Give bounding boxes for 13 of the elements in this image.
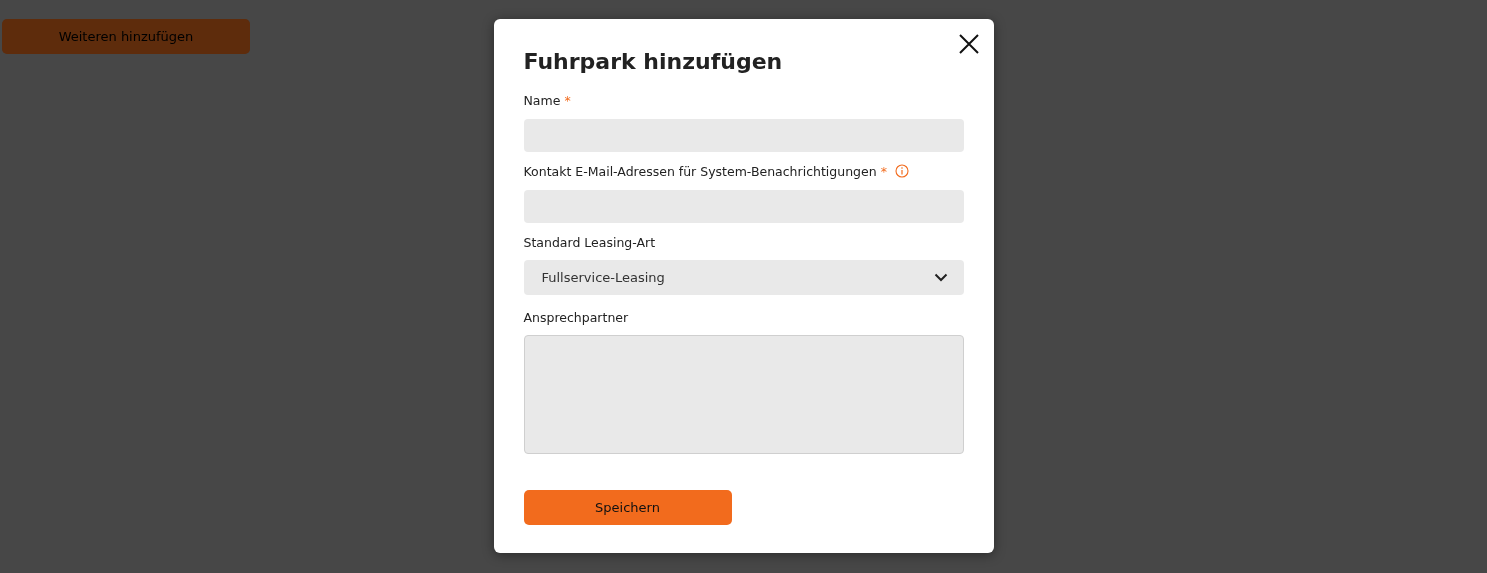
required-mark: * xyxy=(564,92,571,108)
required-mark: * xyxy=(880,163,887,179)
field-label: Kontakt E-Mail-Adressen für System-Benachrichtigungen xyxy=(523,163,877,179)
info-icon[interactable] xyxy=(894,164,909,178)
field-label: Standard Leasing-Art xyxy=(523,234,656,250)
close-icon[interactable] xyxy=(957,33,980,55)
save-button[interactable]: Speichern xyxy=(523,490,732,525)
select-field[interactable]: Fullservice-Leasing xyxy=(523,260,964,295)
field-label: Ansprechpartner xyxy=(523,309,629,325)
chevron-down-icon xyxy=(933,273,948,282)
field-label: Name xyxy=(523,92,561,108)
textarea-field[interactable] xyxy=(523,335,964,454)
dialog-title: Fuhrpark hinzufügen xyxy=(523,48,784,76)
